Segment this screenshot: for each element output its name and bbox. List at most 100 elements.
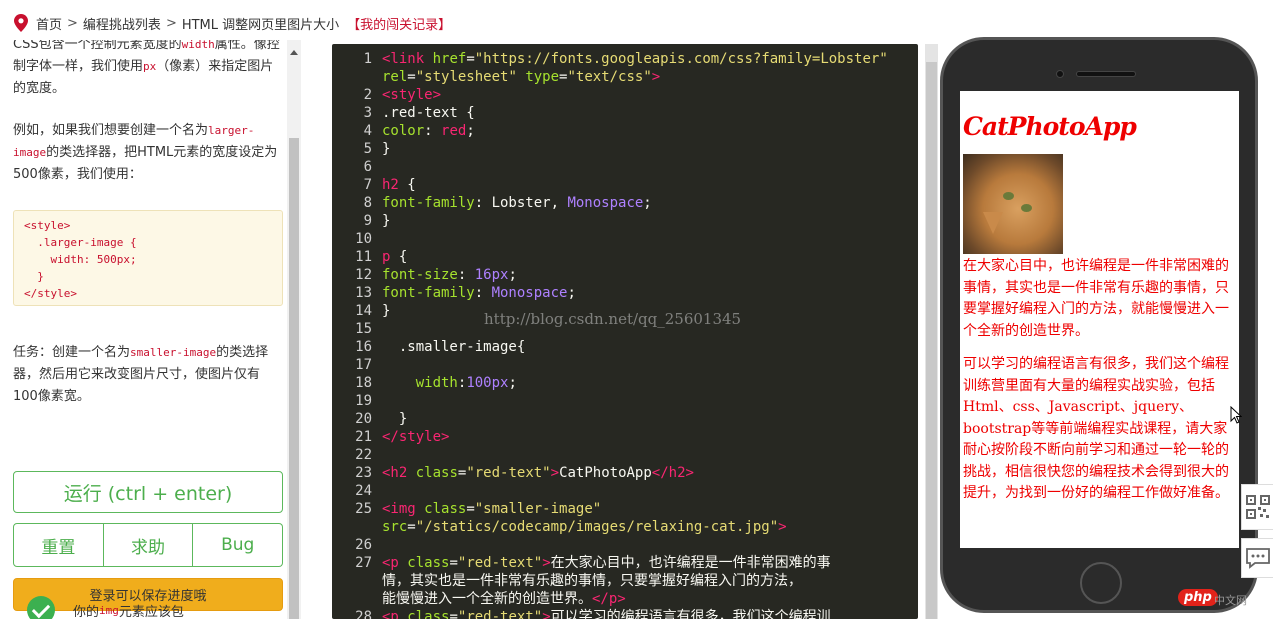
code-example-line: <style> — [24, 219, 71, 232]
breadcrumb-separator: > — [165, 15, 177, 31]
instructions-scrollbar[interactable] — [287, 40, 301, 619]
line-number: 2 — [363, 87, 372, 103]
code-text: } — [382, 303, 391, 319]
code-text: p { — [382, 249, 408, 265]
line-number: 21 — [355, 429, 372, 445]
check-circle-icon — [27, 596, 55, 619]
chat-icon — [1245, 548, 1270, 569]
editor-scrollbar[interactable] — [925, 44, 938, 619]
preview-screen[interactable]: CatPhotoApp 在大家心目中，也许编程是一件非常困难的事情，其实也是一件… — [960, 91, 1239, 548]
qr-code-button[interactable] — [1241, 484, 1273, 530]
line-number: 3 — [363, 105, 372, 121]
inline-code: width — [181, 40, 215, 51]
line-number: 7 — [363, 177, 372, 193]
code-text: .smaller-image{ — [382, 339, 526, 355]
code-line: 5} — [332, 140, 918, 158]
code-editor[interactable]: 1 <link href="https://fonts.googleapis.co… — [332, 44, 918, 619]
run-button[interactable]: 运行 (ctrl + enter) — [13, 471, 283, 513]
phone-speaker — [1076, 71, 1136, 77]
instruction-paragraph-2: 例如，如果我们想要创建一个名为larger-image的类选择器，把HTML元素… — [13, 120, 284, 186]
code-line: 28 <p class="red-text">可以学习的编程语言有很多，我们这个编… — [332, 608, 918, 619]
code-text: <link href="https://fonts.googleapis.com… — [382, 51, 888, 67]
action-button-group: 重置 求助 Bug — [13, 523, 284, 567]
code-line: 7 h2 { — [332, 176, 918, 194]
code-text: <style> — [382, 87, 442, 103]
code-line: 20 } — [332, 410, 918, 428]
breadcrumb: 首页 > 编程挑战列表 > HTML 调整网页里图片大小 【我的闯关记录】 — [14, 12, 451, 34]
line-number: 26 — [355, 537, 372, 553]
code-line: 25 <img class="smaller-image" — [332, 500, 918, 518]
breadcrumb-home[interactable]: 首页 — [36, 14, 62, 33]
code-line: 4 color: red; — [332, 122, 918, 140]
line-number: 10 — [355, 231, 372, 247]
line-number: 19 — [355, 393, 372, 409]
code-text: font-size: 16px; — [382, 267, 517, 283]
code-line: 22 — [332, 446, 918, 464]
watermark-text: http://blog.csdn.net/qq_25601345 — [484, 310, 742, 328]
code-line: 3 .red-text { — [332, 104, 918, 122]
code-line: 1 <link href="https://fonts.googleapis.co… — [332, 50, 918, 68]
map-pin-icon — [14, 14, 28, 32]
line-number: 17 — [355, 357, 372, 373]
code-line: src="/statics/codecamp/images/relaxing-c… — [332, 518, 918, 536]
inline-code: smaller-image — [130, 346, 217, 359]
instruction-text: 例如，如果我们想要创建一个名为 — [13, 123, 209, 138]
code-line: 情，其实也是一件非常有乐趣的事情，只要掌握好编程入门的方法， — [332, 572, 918, 590]
phone-preview-frame: CatPhotoApp 在大家心目中，也许编程是一件非常困难的事情，其实也是一件… — [940, 37, 1258, 613]
code-line: 19 — [332, 392, 918, 410]
line-number: 22 — [355, 447, 372, 463]
preview-title: CatPhotoApp — [963, 112, 1137, 141]
code-line: 11 p { — [332, 248, 918, 266]
chat-button[interactable] — [1241, 538, 1273, 578]
php-logo: php — [1178, 589, 1218, 606]
code-text: </style> — [382, 429, 450, 445]
line-number: 27 — [355, 555, 372, 571]
breadcrumb-challenge-list[interactable]: 编程挑战列表 — [83, 14, 161, 33]
code-line: 26 — [332, 536, 918, 554]
code-text: font-family: Lobster, Monospace; — [382, 195, 652, 211]
code-line: 17 — [332, 356, 918, 374]
code-text: rel="stylesheet" type="text/css"> — [382, 69, 661, 85]
code-line: 10 — [332, 230, 918, 248]
line-number: 8 — [363, 195, 372, 211]
line-number: 23 — [355, 465, 372, 481]
code-example-line: .larger-image { — [24, 236, 137, 249]
php-site-name: 中文网 — [1214, 594, 1247, 607]
code-text: font-family: Monospace; — [382, 285, 576, 301]
line-number: 20 — [355, 411, 372, 427]
code-line: 13 font-family: Monospace; — [332, 284, 918, 302]
inline-code: px — [143, 60, 157, 73]
scrollbar-thumb[interactable] — [926, 62, 937, 619]
code-line: 9} — [332, 212, 918, 230]
instruction-text: CSS包含一个控制元素宽度的 — [13, 40, 182, 52]
code-line: 12 font-size: 16px; — [332, 266, 918, 284]
code-line: 16 .smaller-image{ — [332, 338, 918, 356]
code-text: } — [382, 213, 391, 229]
test-text: 元素应该包 — [118, 604, 184, 619]
code-text: <h2 class="red-text">CatPhotoApp</h2> — [382, 465, 694, 481]
code-example-line: width: 500px; — [24, 253, 137, 266]
help-button[interactable]: 求助 — [103, 523, 194, 567]
code-text: color: red; — [382, 123, 475, 139]
test-text: 你的 — [73, 604, 100, 619]
line-number: 14 — [355, 303, 372, 319]
code-text: width:100px; — [415, 375, 517, 391]
scroll-up-arrow-icon[interactable] — [290, 50, 298, 55]
scrollbar-thumb[interactable] — [289, 138, 299, 619]
my-record-link[interactable]: 【我的闯关记录】 — [347, 14, 451, 33]
instruction-text: 任务：创建一个名为 — [13, 345, 131, 360]
cat-photo-image — [963, 154, 1063, 254]
preview-paragraph-1: 在大家心目中，也许编程是一件非常困难的事情，其实也是一件非常有乐趣的事情，只要掌… — [963, 258, 1229, 339]
preview-paragraph-2: 可以学习的编程语言有很多，我们这个编程训练营里面有大量的编程实战实验，包括Htm… — [963, 356, 1229, 501]
line-number: 9 — [363, 213, 372, 229]
code-line: 23 <h2 class="red-text">CatPhotoApp</h2> — [332, 464, 918, 482]
reset-button[interactable]: 重置 — [13, 523, 104, 567]
instruction-paragraph-1: CSS包含一个控制元素宽度的width属性。像控制字体一样，我们使用px（像素）… — [13, 40, 284, 100]
code-line: 24 — [332, 482, 918, 500]
code-text: h2 { — [382, 177, 416, 193]
line-number: 5 — [363, 141, 372, 157]
phone-camera — [1056, 70, 1064, 78]
line-number: 11 — [355, 249, 372, 265]
bug-button[interactable]: Bug — [193, 523, 284, 567]
instructions-panel: CSS包含一个控制元素宽度的width属性。像控制字体一样，我们使用px（像素）… — [0, 40, 300, 619]
